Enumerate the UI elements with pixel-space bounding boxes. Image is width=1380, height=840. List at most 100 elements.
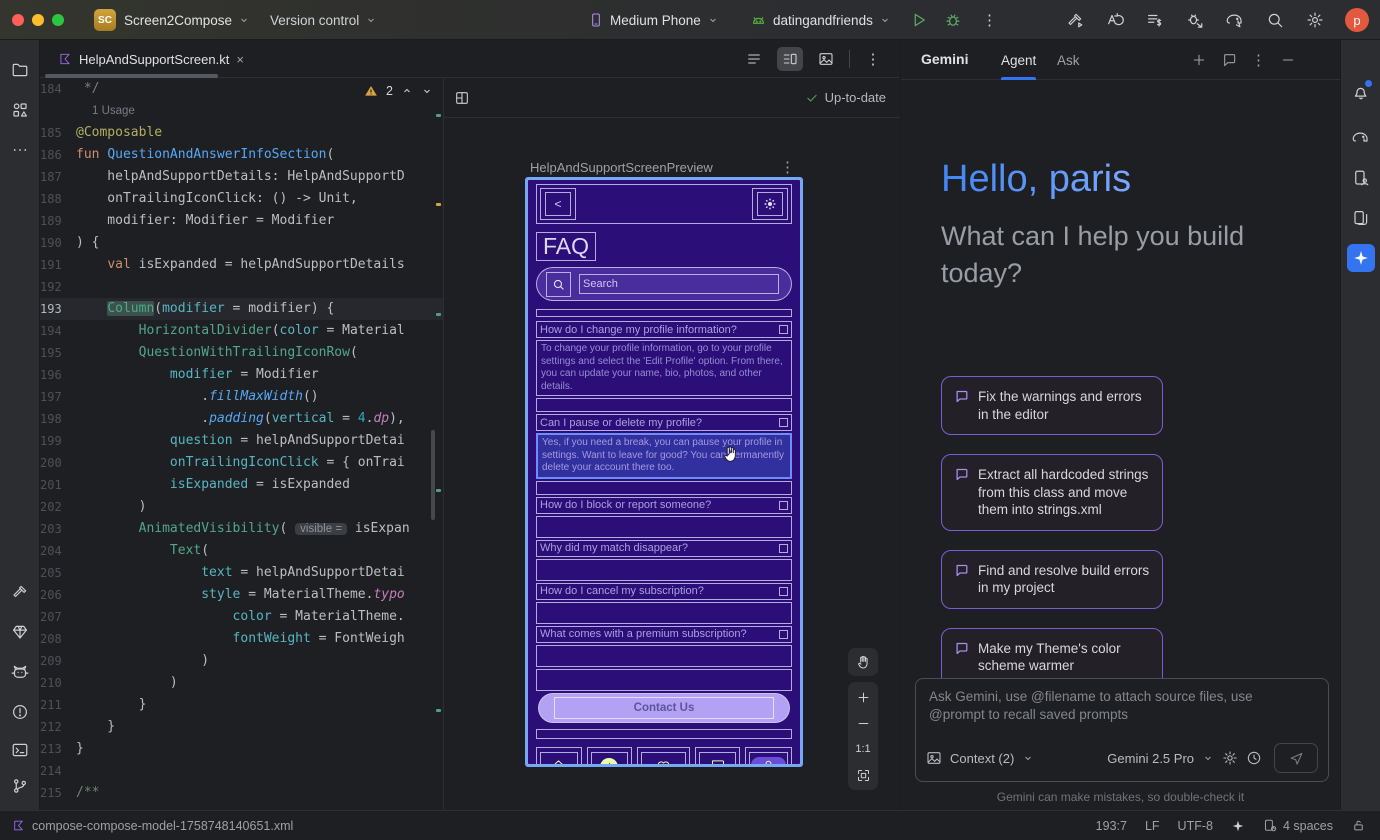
nav-item-likes-you[interactable]: Likes You [637, 747, 689, 765]
code-editor[interactable]: 184 */1 Usage185@Composable186fun Questi… [40, 78, 443, 810]
settings-button[interactable] [752, 188, 788, 220]
inspection-widget[interactable]: 2 [364, 84, 433, 98]
search-everywhere-icon[interactable] [1266, 11, 1284, 29]
expand-checkbox[interactable] [779, 418, 788, 427]
profiler-icon[interactable] [1146, 11, 1164, 29]
design-view-button[interactable] [813, 47, 839, 71]
terminal-tool-icon[interactable] [6, 736, 34, 764]
build-tool-icon[interactable] [6, 578, 34, 606]
zoom-fit-button[interactable] [848, 762, 878, 788]
faq-question[interactable]: Why did my match disappear? [536, 540, 792, 557]
ai-actions-icon[interactable] [1106, 11, 1124, 29]
problems-tool-icon[interactable] [6, 698, 34, 726]
preview-options-icon[interactable]: ⋮ [780, 158, 795, 176]
expand-checkbox[interactable] [779, 630, 788, 639]
nav-item-account[interactable]: Account [745, 747, 792, 765]
caret-position[interactable]: 193:7 [1096, 819, 1127, 833]
prompt-history-icon[interactable] [1246, 750, 1262, 766]
zoom-actual-button[interactable]: 1:1 [848, 736, 878, 762]
close-tab-icon[interactable]: × [236, 52, 244, 67]
panel-options-icon[interactable]: ⋮ [1251, 51, 1266, 69]
preview-status-chip[interactable]: Up-to-date [805, 90, 886, 105]
device-manager-icon[interactable] [1347, 164, 1375, 192]
build-icon[interactable] [1066, 11, 1084, 29]
debug-button[interactable] [944, 11, 962, 29]
notifications-icon[interactable] [1347, 78, 1375, 106]
gemini-tool-icon[interactable] [1347, 244, 1375, 272]
zoom-in-button[interactable] [848, 684, 878, 710]
zoom-window-button[interactable] [52, 14, 64, 26]
expand-checkbox[interactable] [779, 501, 788, 510]
file-lock-icon[interactable] [1351, 818, 1366, 833]
attach-image-icon[interactable] [926, 750, 942, 766]
device-selector[interactable]: Medium Phone [588, 0, 719, 40]
phone-preview[interactable]: < FAQ Search How do I change my profile … [528, 180, 800, 764]
version-control-tool-icon[interactable] [6, 772, 34, 800]
suggestion-card[interactable]: Find and resolve build errors in my proj… [941, 550, 1163, 609]
git-branch-selector[interactable]: datingandfriends [750, 0, 891, 40]
suggestion-card[interactable]: Fix the warnings and errors in the edito… [941, 376, 1163, 435]
gemini-settings-icon[interactable] [1222, 750, 1238, 766]
prev-issue-icon[interactable] [401, 85, 413, 97]
expand-checkbox[interactable] [779, 325, 788, 334]
new-chat-icon[interactable] [1191, 52, 1207, 68]
gemini-prompt-input[interactable]: Ask Gemini, use @filename to attach sour… [915, 678, 1329, 782]
line-separator[interactable]: LF [1145, 819, 1160, 833]
version-control-menu[interactable]: Version control [270, 0, 377, 40]
more-run-options-icon[interactable]: ⋮ [982, 11, 997, 29]
split-view-button[interactable] [777, 47, 803, 71]
faq-question[interactable]: How do I cancel my subscription? [536, 583, 792, 600]
indent-config[interactable]: 4 spaces [1263, 818, 1333, 833]
suggestion-card[interactable]: Extract all hardcoded strings from this … [941, 454, 1163, 531]
usage-hint[interactable]: 1 Usage [40, 100, 443, 122]
minimize-window-button[interactable] [32, 14, 44, 26]
tab-helpandsupportscreen[interactable]: HelpAndSupportScreen.kt × [48, 40, 254, 78]
breadcrumb-file[interactable]: compose-compose-model-1758748140651.xml [0, 819, 293, 833]
editor-scrollbar[interactable] [431, 430, 435, 520]
expand-checkbox[interactable] [779, 544, 788, 553]
gradle-sync-icon[interactable] [1226, 11, 1244, 29]
editor-options-icon[interactable]: ⋮ [860, 47, 886, 71]
settings-icon[interactable] [1306, 11, 1324, 29]
tab-agent[interactable]: Agent [1001, 40, 1036, 80]
send-button[interactable] [1274, 743, 1318, 773]
search-bar[interactable]: Search [536, 267, 792, 301]
close-window-button[interactable] [12, 14, 24, 26]
file-encoding[interactable]: UTF-8 [1178, 819, 1213, 833]
hide-panel-icon[interactable] [1280, 52, 1296, 68]
nav-item-chat[interactable]: Chat [695, 747, 741, 765]
pan-tool-button[interactable] [848, 648, 878, 676]
running-devices-icon[interactable] [1347, 204, 1375, 232]
preview-title[interactable]: HelpAndSupportScreenPreview [530, 160, 713, 175]
attach-debugger-icon[interactable] [1186, 11, 1204, 29]
gemini-status-icon[interactable] [1231, 819, 1245, 833]
project-tool-icon[interactable] [6, 56, 34, 84]
gradle-tool-icon[interactable] [1347, 124, 1375, 152]
user-avatar[interactable]: p [1345, 8, 1369, 32]
search-input[interactable]: Search [579, 274, 779, 294]
back-button[interactable]: < [540, 188, 576, 220]
chevron-down-icon [1022, 752, 1034, 764]
expand-checkbox[interactable] [779, 587, 788, 596]
code-view-button[interactable] [741, 47, 767, 71]
project-selector[interactable]: Screen2Compose [124, 0, 250, 40]
faq-question[interactable]: How do I change my profile information? [536, 321, 792, 338]
nav-item-for-you[interactable]: ★For You [587, 747, 633, 765]
preview-layout-icon[interactable] [454, 90, 470, 106]
faq-question[interactable]: Can I pause or delete my profile? [536, 414, 792, 431]
logcat-tool-icon[interactable] [6, 658, 34, 686]
context-selector[interactable]: Context (2) [950, 751, 1014, 766]
next-issue-icon[interactable] [421, 85, 433, 97]
chat-history-icon[interactable] [1221, 52, 1237, 68]
resource-manager-icon[interactable] [6, 96, 34, 124]
app-quality-insights-icon[interactable] [6, 618, 34, 646]
zoom-out-button[interactable] [848, 710, 878, 736]
contact-us-button[interactable]: Contact Us [538, 693, 790, 723]
faq-question[interactable]: What comes with a premium subscription? [536, 626, 792, 643]
tab-ask[interactable]: Ask [1057, 40, 1080, 80]
model-selector[interactable]: Gemini 2.5 Pro [1107, 751, 1194, 766]
faq-question[interactable]: How do I block or report someone? [536, 497, 792, 514]
more-tool-windows-icon[interactable] [6, 136, 34, 164]
run-button[interactable] [910, 11, 928, 29]
nav-item-home[interactable]: Home [536, 747, 582, 765]
